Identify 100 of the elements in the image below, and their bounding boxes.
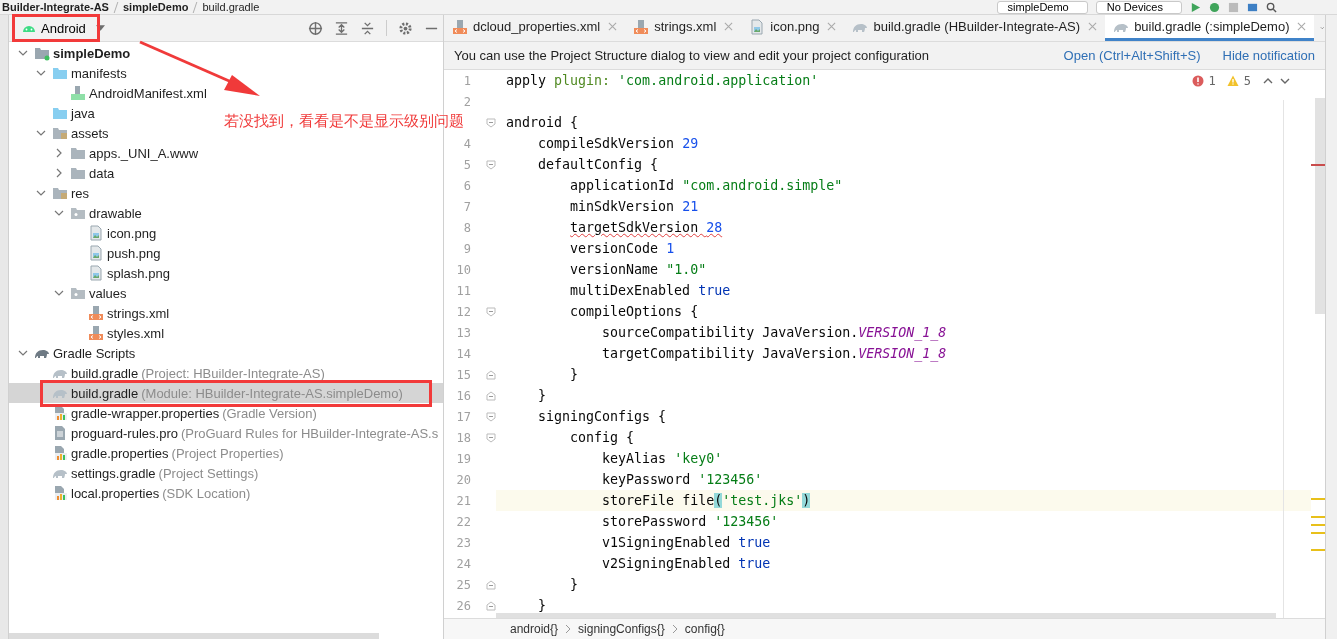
- code-line: apply plugin: 'com.android.application': [506, 73, 819, 88]
- editor-tab[interactable]: build.gradle (:simpleDemo): [1105, 15, 1315, 41]
- line-number: 19: [456, 451, 471, 466]
- notification-link[interactable]: Hide notification: [1222, 48, 1315, 63]
- code-breadcrumb[interactable]: config{}: [684, 622, 725, 636]
- separator-icon: [112, 1, 119, 13]
- debug-icon[interactable]: [1209, 1, 1220, 13]
- code-line: android {: [506, 115, 579, 130]
- search-icon[interactable]: [1266, 1, 1277, 13]
- tree-item[interactable]: splash.png: [9, 263, 170, 283]
- chevron-down-icon[interactable]: [18, 348, 28, 358]
- horizontal-scrollbar[interactable]: [496, 613, 1276, 618]
- editor-tab[interactable]: build.gradle (HBuilder-Integrate-AS): [844, 15, 1106, 41]
- code-line: signingConfigs {: [537, 409, 667, 424]
- tree-item[interactable]: strings.xml: [9, 303, 170, 323]
- tree-item[interactable]: assets: [9, 123, 109, 143]
- error-icon[interactable]: [1191, 75, 1204, 87]
- editor-tab[interactable]: strings.xml: [625, 15, 742, 41]
- folder-icon: [52, 105, 68, 121]
- fold-marker-icon[interactable]: [486, 579, 496, 590]
- notification-link[interactable]: Open (Ctrl+Alt+Shift+S): [1063, 48, 1201, 63]
- tree-item[interactable]: simpleDemo: [9, 43, 131, 63]
- tree-item[interactable]: build.gradle (Module: HBuilder-Integrate-AS.simpleDemo): [9, 383, 443, 403]
- xml-file-icon: [88, 325, 104, 341]
- code-line: versionName "1.0": [569, 262, 707, 277]
- code-line: compileSdkVersion 29: [537, 136, 699, 151]
- file-description: (Module: HBuilder-Integrate-AS.simpleDemo): [141, 385, 403, 401]
- fold-marker-icon[interactable]: [486, 306, 496, 317]
- code-line: v1SigningEnabled true: [601, 535, 771, 550]
- image-file-icon: [88, 245, 104, 261]
- tree-item[interactable]: data: [9, 163, 115, 183]
- code-breadcrumb[interactable]: android{}: [510, 622, 559, 636]
- line-number: 1: [463, 73, 471, 88]
- tree-item[interactable]: icon.png: [9, 223, 157, 243]
- code-line: }: [569, 367, 579, 382]
- folder-icon: [70, 165, 86, 181]
- editor-tab[interactable]: icon.png: [741, 15, 845, 41]
- tree-item[interactable]: push.png: [9, 243, 161, 263]
- tree-item[interactable]: AndroidManifest.xml: [9, 83, 207, 103]
- code-line: sourceCompatibility JavaVersion.VERSION_1_8: [601, 325, 947, 340]
- warning-icon[interactable]: [1226, 75, 1239, 87]
- run-configuration-dropdown[interactable]: simpleDemo: [996, 0, 1088, 14]
- tree-item[interactable]: settings.gradle (Project Settings): [9, 463, 259, 483]
- code-breadcrumb[interactable]: signingConfigs{}: [578, 622, 665, 636]
- fold-marker-icon[interactable]: [486, 369, 496, 380]
- breadcrumb-item[interactable]: Builder-Integrate-AS: [2, 1, 109, 13]
- folder-icon: [52, 65, 68, 81]
- tree-item[interactable]: gradle.properties (Project Properties): [9, 443, 284, 463]
- collapse-all-icon[interactable]: [360, 20, 375, 36]
- tree-item[interactable]: manifests: [9, 63, 127, 83]
- scrollbar-thumb[interactable]: [1315, 98, 1325, 314]
- tree-item[interactable]: java: [9, 103, 95, 123]
- close-icon[interactable]: [608, 22, 618, 31]
- stop-icon[interactable]: [1228, 1, 1239, 13]
- tree-item[interactable]: drawable: [9, 203, 142, 223]
- run-icon[interactable]: [1190, 1, 1201, 13]
- editor-tab[interactable]: dcloud_properties.xml: [444, 15, 626, 41]
- tree-item[interactable]: apps._UNI_A.www: [9, 143, 199, 163]
- line-number: 10: [456, 262, 471, 277]
- project-view-dropdown[interactable]: Android: [17, 18, 109, 38]
- line-number: 16: [456, 388, 471, 403]
- code-line: applicationId "com.android.simple": [569, 178, 843, 193]
- code-line: defaultConfig {: [537, 157, 659, 172]
- close-icon[interactable]: [724, 22, 734, 31]
- caret-icon: [95, 25, 105, 31]
- tree-item[interactable]: proguard-rules.pro (ProGuard Rules for HBuilder-Integrate-AS.s: [9, 423, 439, 443]
- expand-all-icon[interactable]: [334, 20, 349, 36]
- package-folder-icon: [70, 285, 86, 301]
- fold-marker-icon[interactable]: [486, 390, 496, 401]
- properties-file-icon: [52, 405, 68, 421]
- close-icon[interactable]: [1088, 22, 1098, 31]
- fold-marker-icon[interactable]: [486, 411, 496, 422]
- line-number: 6: [463, 178, 471, 193]
- settings-icon[interactable]: [398, 20, 413, 36]
- chevron-down-icon[interactable]: [54, 288, 64, 298]
- file-description: (Project Properties): [171, 445, 284, 461]
- fold-marker-icon[interactable]: [486, 432, 496, 443]
- breadcrumb-item[interactable]: build.gradle: [202, 1, 260, 13]
- fold-marker-icon[interactable]: [486, 117, 496, 128]
- manifest-file-icon: [70, 85, 86, 101]
- tree-item[interactable]: gradle-wrapper.properties (Gradle Version): [9, 403, 317, 423]
- tree-item[interactable]: local.properties (SDK Location): [9, 483, 251, 503]
- tree-item[interactable]: build.gradle (Project: HBuilder-Integrate-AS): [9, 363, 325, 383]
- tree-item[interactable]: values: [9, 283, 127, 303]
- code-line: v2SigningEnabled true: [601, 556, 771, 571]
- horizontal-scrollbar[interactable]: [9, 633, 379, 639]
- breadcrumb-item[interactable]: simpleDemo: [122, 1, 189, 13]
- code-line: keyPassword '123456': [601, 472, 763, 487]
- close-icon[interactable]: [1297, 22, 1307, 31]
- close-icon[interactable]: [827, 22, 837, 31]
- fold-marker-icon[interactable]: [486, 159, 496, 170]
- module-folder-icon: [34, 45, 50, 61]
- file-description: (Gradle Version): [222, 405, 317, 421]
- tree-item[interactable]: Gradle Scripts: [9, 343, 136, 363]
- chevron-down-icon[interactable]: [36, 128, 46, 138]
- tree-item[interactable]: styles.xml: [9, 323, 165, 343]
- device-dropdown[interactable]: No Devices: [1095, 0, 1182, 14]
- fold-marker-icon[interactable]: [486, 600, 496, 611]
- locate-icon[interactable]: [308, 20, 323, 36]
- tree-item[interactable]: res: [9, 183, 90, 203]
